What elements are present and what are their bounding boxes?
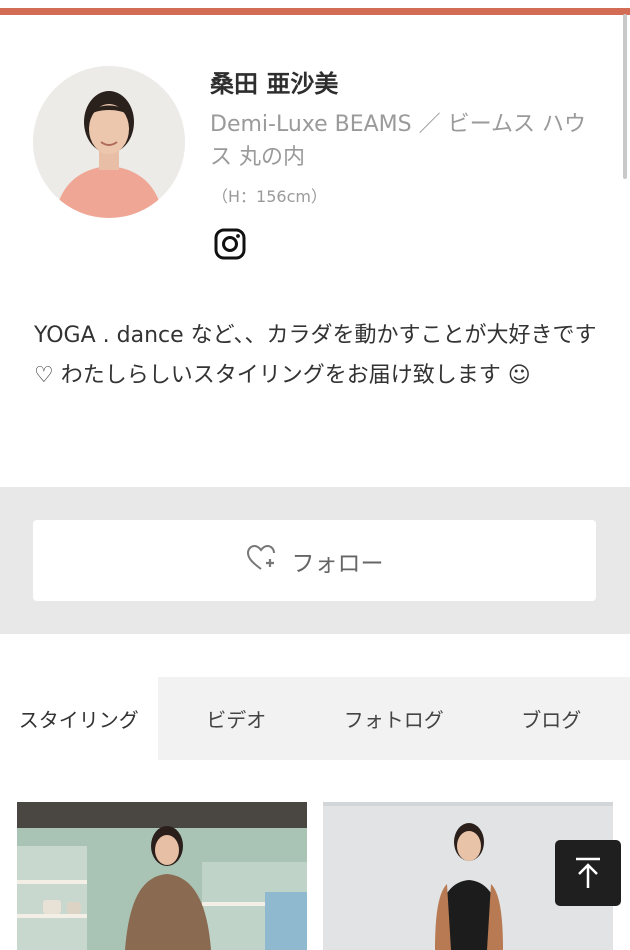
follow-label: フォロー <box>291 550 384 577</box>
tab-blog[interactable]: ブログ <box>473 677 630 760</box>
styling-thumbnail[interactable] <box>17 802 307 950</box>
avatar <box>33 66 185 218</box>
avatar-photo <box>33 66 185 218</box>
follow-button[interactable]: フォロー <box>33 520 596 601</box>
instagram-icon[interactable] <box>214 228 246 260</box>
top-accent-bar <box>0 8 630 15</box>
follow-section: フォロー <box>0 487 630 634</box>
heart-plus-icon <box>246 544 276 578</box>
content-tabs: スタイリング ビデオ フォトログ ブログ <box>0 677 630 760</box>
profile-name: 桑田 亜沙美 <box>210 70 339 98</box>
tab-styling[interactable]: スタイリング <box>0 677 158 760</box>
scrollbar-thumb[interactable] <box>623 14 627 179</box>
tab-video[interactable]: ビデオ <box>158 677 316 760</box>
profile-shop[interactable]: Demi-Luxe BEAMS ／ ビームス ハウス 丸の内 <box>210 108 600 174</box>
back-to-top-button[interactable] <box>555 840 621 906</box>
profile-bio: YOGA . dance など、、カラダを動かすことが大好きです ♡ わたしらし… <box>34 323 597 388</box>
arrow-up-icon <box>576 857 600 888</box>
tab-photolog[interactable]: フォトログ <box>315 677 473 760</box>
profile-height: （H：156cm） <box>212 187 327 206</box>
